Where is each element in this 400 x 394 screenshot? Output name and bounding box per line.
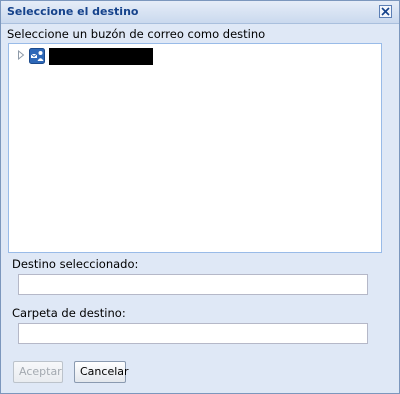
cancel-button[interactable]: Cancelar — [74, 361, 129, 383]
dialog-body: Seleccione un buzón de correo como desti… — [1, 24, 399, 393]
dialog-title: Seleccione el destino — [7, 5, 139, 18]
select-destination-dialog: Seleccione el destino Seleccione un buzó… — [0, 0, 400, 394]
accept-button[interactable]: Aceptar — [13, 361, 63, 383]
mailbox-icon — [29, 48, 45, 64]
tree-node-mailbox[interactable] — [17, 47, 157, 65]
close-icon[interactable] — [379, 5, 392, 18]
mailbox-tree[interactable] — [8, 43, 382, 253]
expand-arrow-icon[interactable] — [17, 50, 25, 60]
destination-label: Destino seleccionado: — [12, 257, 139, 271]
mailbox-prompt-label: Seleccione un buzón de correo como desti… — [7, 27, 266, 41]
folder-field[interactable] — [18, 323, 368, 344]
redacted-mailbox-name — [49, 48, 153, 65]
dialog-titlebar: Seleccione el destino — [1, 1, 399, 24]
destination-field[interactable] — [18, 274, 368, 295]
folder-label: Carpeta de destino: — [12, 306, 126, 320]
